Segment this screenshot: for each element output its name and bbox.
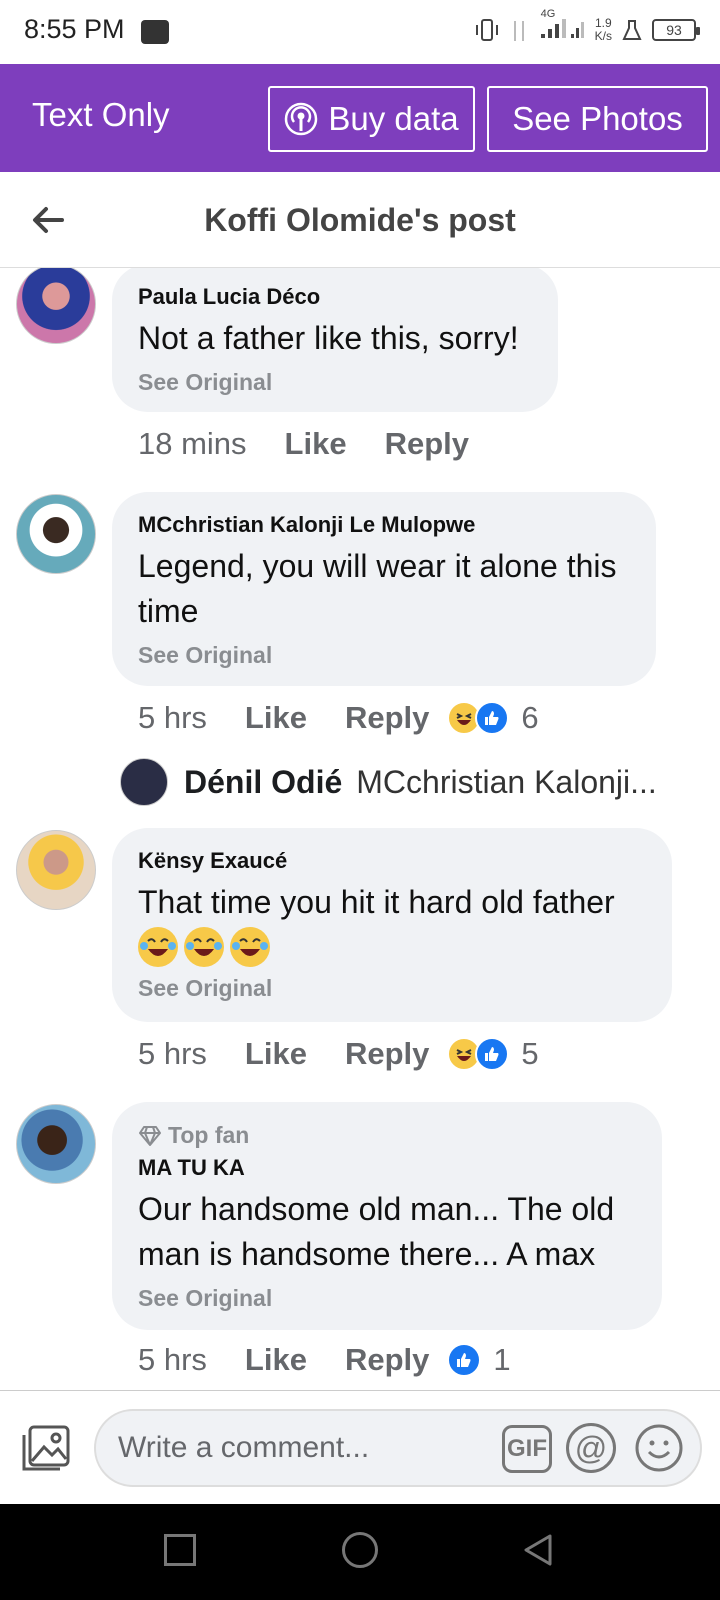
flask-icon [622, 19, 642, 40]
like-button[interactable]: Like [245, 700, 307, 736]
comment-composer: Write a comment... GIF @ [0, 1390, 720, 1504]
comment-author[interactable]: Paula Lucia Déco [138, 284, 532, 310]
like-reaction-icon [447, 1343, 482, 1377]
status-icons: 4G 1.9 K/s 93 [475, 8, 700, 45]
free-mode-bar: Text Only Buy data See Photos [0, 64, 720, 172]
like-button[interactable]: Like [285, 426, 347, 462]
reply-avatar[interactable] [120, 758, 168, 806]
like-button[interactable]: Like [245, 1036, 307, 1072]
broadcast-icon [285, 102, 318, 136]
avatar[interactable] [16, 268, 96, 344]
comment-bubble[interactable]: Paula Lucia Déco Not a father like this,… [112, 268, 558, 412]
top-fan-label: Top fan [168, 1122, 250, 1148]
comment-text: Legend, you will wear it alone this time [138, 548, 617, 629]
see-photos-label: See Photos [512, 100, 683, 137]
data-arrows-icon [513, 20, 524, 41]
buy-data-button[interactable]: Buy data [268, 86, 475, 152]
reaction-count: 5 [521, 1036, 539, 1071]
reply-button[interactable]: Reply [345, 700, 429, 736]
comment-author[interactable]: Kënsy Exaucé [138, 848, 646, 874]
emoji-picker-icon[interactable] [634, 1423, 684, 1473]
see-photos-button[interactable]: See Photos [487, 86, 708, 152]
comment-actions: 18 mins Like Reply [138, 426, 507, 462]
page-title: Koffi Olomide's post [204, 202, 516, 238]
reactions-summary[interactable] [447, 701, 510, 735]
photo-attach-icon[interactable] [20, 1423, 72, 1473]
network-type: 4G [540, 8, 556, 20]
comment-author[interactable]: MCchristian Kalonji Le Mulopwe [138, 512, 630, 538]
comment-text: Our handsome old man... The old man is h… [138, 1191, 615, 1272]
battery-indicator: 93 [652, 18, 700, 41]
recent-apps-icon[interactable] [164, 1534, 196, 1566]
buy-data-label: Buy data [328, 100, 459, 137]
comment-time: 18 mins [138, 426, 247, 461]
comment-bubble[interactable]: MCchristian Kalonji Le Mulopwe Legend, y… [112, 492, 656, 686]
avatar[interactable] [16, 830, 96, 910]
see-original-link[interactable]: See Original [138, 369, 532, 396]
reaction-count: 6 [521, 700, 539, 735]
mention-icon[interactable]: @ [566, 1423, 616, 1473]
reply-button[interactable]: Reply [345, 1342, 429, 1378]
comment-time: 5 hrs [138, 700, 207, 735]
reply-button[interactable]: Reply [385, 426, 469, 462]
comment-bubble[interactable]: Top fan MA TU KA Our handsome old man...… [112, 1102, 662, 1330]
top-fan-badge: Top fan [138, 1122, 636, 1149]
like-reaction-icon [475, 701, 510, 735]
comment-input[interactable]: Write a comment... GIF @ [94, 1409, 702, 1487]
see-original-link[interactable]: See Original [138, 1285, 636, 1312]
avatar[interactable] [16, 1104, 96, 1184]
vibrate-icon [475, 18, 498, 41]
comment-placeholder: Write a comment... [118, 1431, 370, 1464]
network-speed: 1.9 K/s [594, 15, 612, 43]
comment-time: 5 hrs [138, 1036, 207, 1071]
status-bar: 8:55 PM 4G 1.9 K/s 93 [0, 0, 720, 64]
comment-actions: 5 hrs Like Reply 6 [138, 700, 539, 736]
tears-of-joy-emoji-icon [138, 927, 178, 967]
reply-text: MCchristian Kalonji... [356, 763, 657, 800]
see-original-link[interactable]: See Original [138, 975, 646, 1002]
system-back-icon[interactable] [520, 1532, 556, 1568]
reply-button[interactable]: Reply [345, 1036, 429, 1072]
comment-time: 5 hrs [138, 1342, 207, 1377]
comment-actions: 5 hrs Like Reply 1 [138, 1342, 511, 1378]
gif-icon[interactable]: GIF [502, 1425, 552, 1473]
see-original-link[interactable]: See Original [138, 642, 630, 669]
tears-of-joy-emoji-icon [184, 927, 224, 967]
comment-bubble[interactable]: Kënsy Exaucé That time you hit it hard o… [112, 828, 672, 1022]
signal-4g: 4G [539, 8, 585, 45]
status-time: 8:55 PM [24, 14, 125, 44]
post-header: Koffi Olomide's post [0, 172, 720, 268]
reactions-summary[interactable] [447, 1037, 510, 1071]
activity-monitor-icon [141, 20, 169, 44]
comment-text: Not a father like this, sorry! [138, 320, 519, 356]
home-icon[interactable] [342, 1532, 378, 1568]
comment-author[interactable]: MA TU KA [138, 1155, 636, 1181]
comments-feed[interactable]: Paula Lucia Déco Not a father like this,… [0, 268, 720, 1390]
tears-of-joy-emoji-icon [230, 927, 270, 967]
reaction-count: 1 [493, 1342, 511, 1377]
emoji-row [138, 927, 646, 967]
reply-author[interactable]: Dénil Odié [184, 764, 342, 801]
system-nav-bar [0, 1504, 720, 1600]
comment-actions: 5 hrs Like Reply 5 [138, 1036, 539, 1072]
reactions-summary[interactable] [447, 1343, 482, 1377]
reply-preview[interactable]: Dénil Odié MCchristian Kalonji... [120, 758, 680, 806]
like-reaction-icon [475, 1037, 510, 1071]
like-button[interactable]: Like [245, 1342, 307, 1378]
text-only-label: Text Only [32, 96, 170, 133]
avatar[interactable] [16, 494, 96, 574]
comment-text: That time you hit it hard old father [138, 884, 615, 920]
diamond-icon [139, 1125, 161, 1146]
